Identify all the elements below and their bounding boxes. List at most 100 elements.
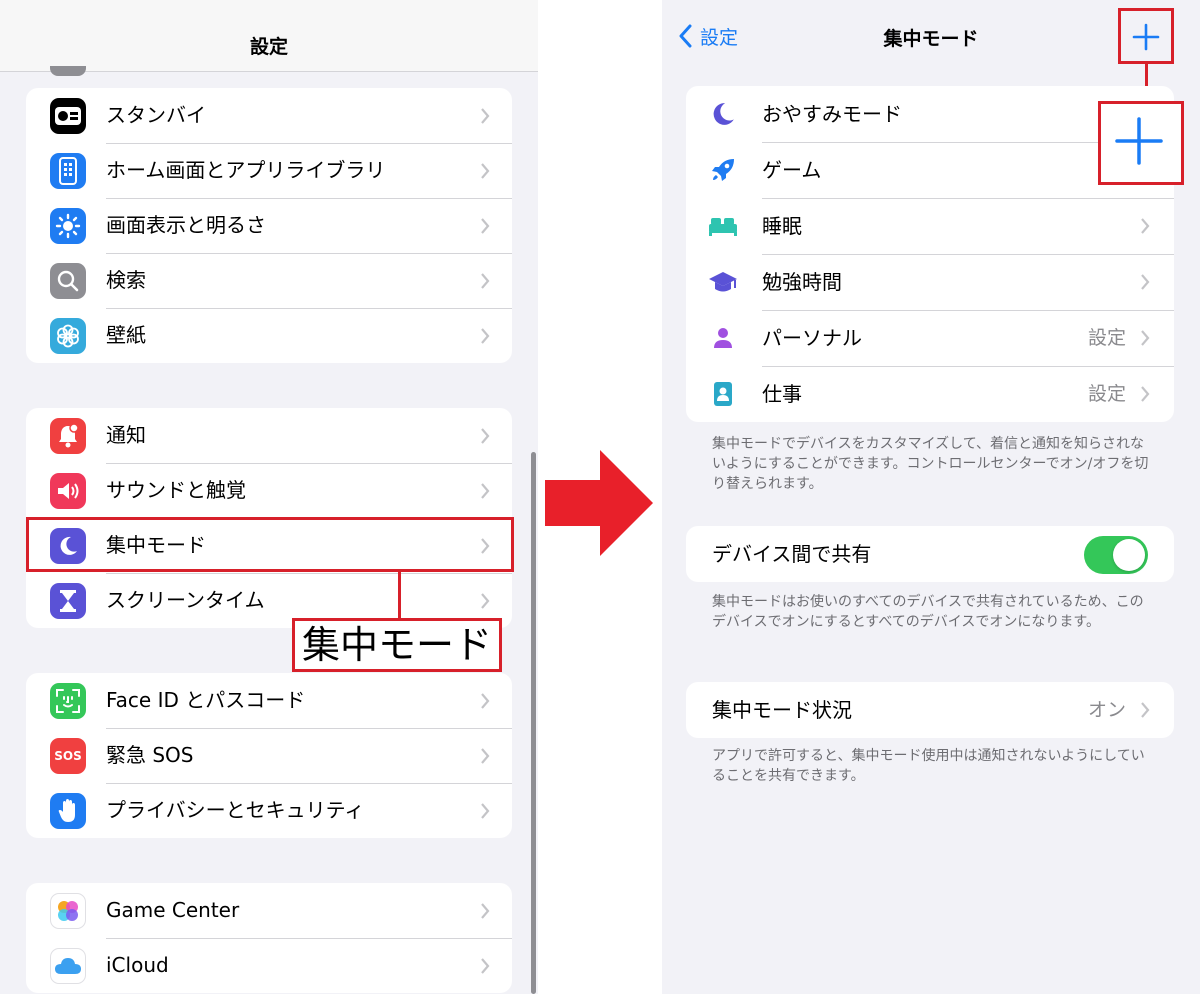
id-badge-icon (708, 379, 738, 409)
rocket-icon (708, 155, 738, 185)
share-group: デバイス間で共有 (686, 526, 1174, 582)
face-id-icon (50, 683, 86, 719)
share-across-devices-label: デバイス間で共有 (712, 542, 872, 566)
chevron-right-icon (481, 428, 490, 444)
sos-icon: SOS (50, 738, 86, 774)
plus-icon (1115, 117, 1163, 165)
settings-group-privacy: Face ID とパスコード SOS 緊急 SOS プライバシーとセキュリティ (26, 673, 512, 838)
status-group: 集中モード状況 オン (686, 682, 1174, 738)
hand-icon (50, 793, 86, 829)
focus-item-personal[interactable]: パーソナル 設定 (686, 310, 1174, 366)
focus-item-work[interactable]: 仕事 設定 (686, 366, 1174, 422)
settings-item-label: 検索 (106, 268, 146, 292)
chevron-right-icon (1141, 386, 1150, 402)
share-across-devices-toggle[interactable] (1084, 536, 1148, 574)
focus-item-label: 睡眠 (762, 214, 802, 238)
speaker-icon (50, 473, 86, 509)
chevron-right-icon (481, 108, 490, 124)
focus-item-value: 設定 (1087, 383, 1126, 405)
chevron-right-icon (481, 163, 490, 179)
settings-item-label: 壁紙 (106, 323, 146, 347)
bell-icon (50, 418, 86, 454)
settings-item-label: Game Center (106, 898, 240, 922)
chevron-right-icon (481, 273, 490, 289)
add-button-highlight (1118, 8, 1174, 64)
wallpaper-icon (50, 318, 86, 354)
settings-screen: 設定 スタンバイ ホーム画面とアプリライブラリ 画面表示と明るさ 検索 壁紙 通… (0, 0, 538, 994)
settings-item-emergency-sos[interactable]: SOS 緊急 SOS (26, 728, 512, 783)
focus-status-value: オン (1087, 699, 1126, 721)
settings-item-label: 通知 (106, 423, 146, 447)
moon-icon (708, 99, 738, 129)
settings-nav-bar: 設定 (0, 0, 538, 72)
chevron-right-icon (481, 958, 490, 974)
focus-item-study[interactable]: 勉強時間 (686, 254, 1174, 310)
chevron-right-icon (481, 748, 490, 764)
bed-icon (708, 211, 738, 241)
settings-item-label: ホーム画面とアプリライブラリ (106, 158, 386, 182)
focus-item-label: パーソナル (762, 326, 862, 350)
focus-description: 集中モードでデバイスをカスタマイズして、着信と通知を知らされないようにすることが… (712, 436, 1149, 492)
chevron-right-icon (1141, 702, 1150, 718)
settings-item-game-center[interactable]: Game Center (26, 883, 512, 938)
settings-item-label: iCloud (106, 953, 169, 977)
chevron-right-icon (481, 483, 490, 499)
settings-item-sounds[interactable]: サウンドと触覚 (26, 463, 512, 518)
focus-status-label: 集中モード状況 (712, 698, 852, 722)
callout-connector (398, 572, 401, 618)
settings-item-face-id[interactable]: Face ID とパスコード (26, 673, 512, 728)
graduation-cap-icon (708, 267, 738, 297)
focus-item-label: おやすみモード (762, 102, 902, 126)
chevron-right-icon (481, 903, 490, 919)
settings-item-standby[interactable]: スタンバイ (26, 88, 512, 143)
settings-item-notifications[interactable]: 通知 (26, 408, 512, 463)
settings-item-icloud[interactable]: iCloud (26, 938, 512, 993)
settings-group-display: スタンバイ ホーム画面とアプリライブラリ 画面表示と明るさ 検索 壁紙 (26, 88, 512, 363)
settings-item-label: スタンバイ (106, 103, 206, 127)
chevron-right-icon (481, 218, 490, 234)
home-screen-icon (50, 153, 86, 189)
toggle-knob (1113, 539, 1145, 571)
game-center-icon (50, 893, 86, 929)
person-icon (708, 323, 738, 353)
settings-item-label: プライバシーとセキュリティ (106, 798, 365, 822)
search-icon (50, 263, 86, 299)
focus-item-label: 仕事 (762, 382, 802, 406)
hourglass-icon (50, 583, 86, 619)
settings-item-label: 緊急 SOS (106, 743, 194, 767)
settings-item-home-screen[interactable]: ホーム画面とアプリライブラリ (26, 143, 512, 198)
standby-icon (50, 98, 86, 134)
settings-item-label: 画面表示と明るさ (106, 213, 266, 237)
chevron-right-icon (1141, 218, 1150, 234)
focus-screen: 設定 集中モード おやすみモード ゲーム 睡眠 勉強時間 パーソナル 設定 仕事… (662, 0, 1200, 994)
settings-group-services: Game Center iCloud (26, 883, 512, 993)
settings-item-privacy[interactable]: プライバシーとセキュリティ (26, 783, 512, 838)
share-description: 集中モードはお使いのすべてのデバイスで共有されているため、このデバイスでオンにす… (712, 594, 1144, 630)
settings-item-label: スクリーンタイム (106, 588, 265, 612)
status-description: アプリで許可すると、集中モード使用中は通知されないようにしていることを共有できま… (712, 748, 1145, 784)
settings-item-wallpaper[interactable]: 壁紙 (26, 308, 512, 363)
settings-item-display-brightness[interactable]: 画面表示と明るさ (26, 198, 512, 253)
partially-hidden-icon (50, 66, 86, 76)
icloud-icon (50, 948, 86, 984)
focus-item-label: 勉強時間 (762, 270, 842, 294)
scrollbar[interactable] (531, 452, 536, 994)
settings-item-search[interactable]: 検索 (26, 253, 512, 308)
arrow-right-icon (545, 450, 653, 556)
chevron-right-icon (1141, 330, 1150, 346)
focus-item-value: 設定 (1087, 327, 1126, 349)
share-across-devices-row: デバイス間で共有 (686, 526, 1174, 582)
chevron-right-icon (481, 593, 490, 609)
settings-item-label: Face ID とパスコード (106, 688, 306, 712)
chevron-right-icon (481, 803, 490, 819)
focus-status-row[interactable]: 集中モード状況 オン (686, 682, 1174, 738)
settings-item-label: サウンドと触覚 (106, 478, 246, 502)
brightness-icon (50, 208, 86, 244)
chevron-right-icon (1141, 274, 1150, 290)
focus-row-highlight (26, 517, 514, 572)
focus-item-label: ゲーム (762, 158, 822, 182)
chevron-right-icon (481, 693, 490, 709)
focus-item-sleep[interactable]: 睡眠 (686, 198, 1174, 254)
focus-callout-label: 集中モード (292, 618, 502, 672)
page-title: 設定 (249, 36, 288, 58)
